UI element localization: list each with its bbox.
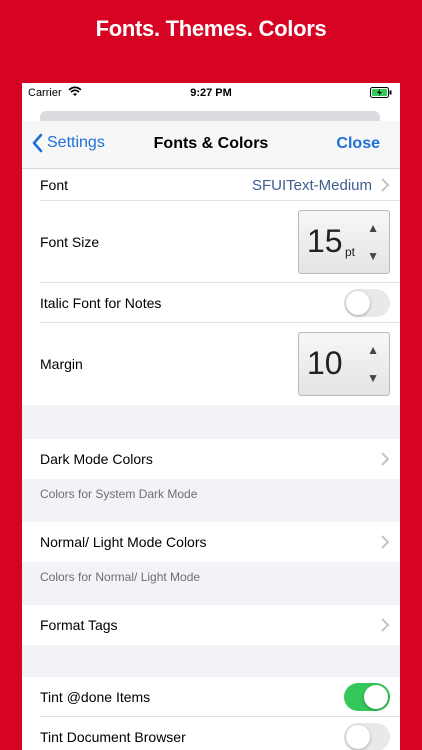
battery-charging-icon <box>370 87 392 101</box>
font-value: SFUIText-Medium <box>251 176 372 194</box>
increment-arrow-icon[interactable]: ▲ <box>367 221 379 235</box>
dark-mode-colors-note: Colors for System Dark Mode <box>22 479 400 522</box>
chevron-right-icon <box>381 178 390 192</box>
toggle-knob <box>364 685 388 709</box>
decrement-arrow-icon[interactable]: ▼ <box>367 249 379 263</box>
toggle-knob <box>346 291 370 315</box>
chevron-right-icon <box>381 618 390 632</box>
chevron-right-icon <box>381 535 390 549</box>
clock: 9:27 PM <box>190 87 232 99</box>
font-label: Font <box>40 177 69 193</box>
format-tags-label: Format Tags <box>40 617 118 633</box>
headline: Fonts. Themes. Colors <box>95 16 327 41</box>
toggle-knob <box>346 725 370 749</box>
increment-arrow-icon[interactable]: ▲ <box>367 343 379 357</box>
italic-font-label: Italic Font for Notes <box>40 295 162 311</box>
phone-screen: Carrier 9:27 PM Settings Fonts & Colors … <box>22 83 400 750</box>
light-mode-colors-note: Colors for Normal/ Light Mode <box>22 562 400 605</box>
light-mode-colors-label: Normal/ Light Mode Colors <box>40 534 207 550</box>
tint-document-browser-toggle[interactable] <box>344 723 390 750</box>
dark-mode-colors-row[interactable]: Dark Mode Colors <box>22 439 400 479</box>
light-mode-colors-row[interactable]: Normal/ Light Mode Colors <box>22 522 400 562</box>
italic-font-row: Italic Font for Notes <box>22 283 400 323</box>
margin-value: 10 <box>307 345 343 381</box>
italic-font-toggle[interactable] <box>344 289 390 317</box>
tint-done-toggle[interactable] <box>344 683 390 711</box>
font-size-unit: pt <box>345 245 356 259</box>
font-row[interactable]: Font SFUIText-Medium <box>22 169 400 201</box>
section-gap <box>22 405 400 439</box>
sheet-grabber <box>40 111 380 121</box>
margin-stepper[interactable]: 10 ▲ ▼ <box>298 332 390 396</box>
close-button[interactable]: Close <box>336 135 380 153</box>
font-size-stepper[interactable]: 15 pt ▲ ▼ <box>298 210 390 274</box>
tint-document-browser-row: Tint Document Browser <box>22 717 400 750</box>
navigation-bar: Settings Fonts & Colors Close <box>22 121 400 169</box>
settings-list: Font SFUIText-Medium Font Size 15 pt ▲ ▼… <box>22 169 400 750</box>
margin-label: Margin <box>40 356 83 372</box>
tint-done-label: Tint @done Items <box>40 689 151 705</box>
dark-mode-colors-label: Dark Mode Colors <box>40 451 153 467</box>
tint-done-row: Tint @done Items <box>22 677 400 717</box>
status-bar: Carrier 9:27 PM <box>22 83 400 103</box>
tint-document-browser-label: Tint Document Browser <box>40 729 186 745</box>
format-tags-row[interactable]: Format Tags <box>22 605 400 645</box>
decrement-arrow-icon[interactable]: ▼ <box>367 371 379 385</box>
font-size-label: Font Size <box>40 234 100 250</box>
section-gap <box>22 645 400 677</box>
margin-row: Margin 10 ▲ ▼ <box>22 323 400 405</box>
font-size-value: 15 <box>307 223 343 259</box>
chevron-right-icon <box>381 452 390 466</box>
font-size-row: Font Size 15 pt ▲ ▼ <box>22 201 400 283</box>
